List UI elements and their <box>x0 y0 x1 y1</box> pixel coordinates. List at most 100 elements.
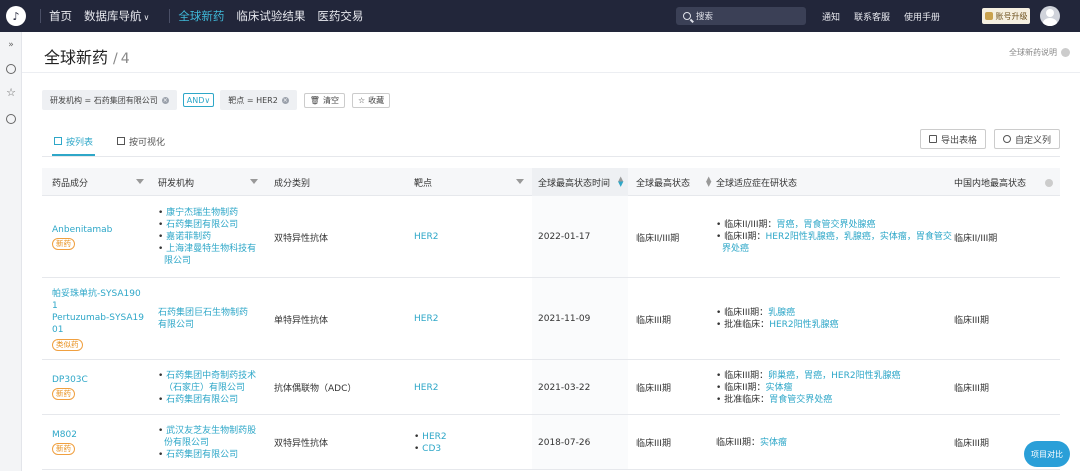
tab-list[interactable]: 按列表 <box>42 128 105 156</box>
help-icon <box>1061 48 1070 57</box>
drug-link[interactable]: 1 <box>52 300 152 312</box>
view-tabs: 按列表 按可视化 <box>42 128 177 156</box>
indication-phase: 批准临床： <box>724 394 770 405</box>
drug-link[interactable]: Pertuzumab-SYSA19 <box>52 312 152 324</box>
indication-link[interactable]: 胃食管交界处癌 <box>769 395 832 405</box>
org-cell: 石药集团巨石生物制药 有限公司 <box>158 278 268 360</box>
col-global-status[interactable]: 全球最高状态 ▲ ▼ <box>636 168 716 196</box>
target-link[interactable]: HER2 <box>414 278 438 360</box>
contact-support-link[interactable]: 联系客服 <box>854 10 890 23</box>
org-link[interactable]: 石药集团有限公司 <box>158 219 268 231</box>
filter-chip-target[interactable]: 靶点 = HER2 × <box>220 90 297 110</box>
filter-icon[interactable] <box>250 179 258 184</box>
target-cell: HER2 CD3 <box>414 415 447 470</box>
cn-status-cell: 临床III期 <box>954 439 989 449</box>
drug-table: 药品成分 研发机构 成分类别 靶点 全球最高状态时间 ▲ ▼ 全球最高状态 ▲ ▼ 全球… <box>42 168 1060 470</box>
logo[interactable]: ♪ <box>0 0 32 32</box>
table-row[interactable]: M802 新药 武汉友芝友生物制药股 份有限公司 石药集团有限公司 双特异性抗体… <box>42 415 1060 470</box>
table-row[interactable]: Anbenitamab 新药 康宁杰瑞生物制药 石药集团有限公司 嘉诺菲制药 上… <box>42 196 1060 278</box>
indication-item: 临床II/III期：胃癌，胃食管交界处腺癌 <box>716 219 952 231</box>
drug-link[interactable]: 01 <box>52 324 152 336</box>
org-link[interactable]: （石家庄）有限公司 <box>158 382 270 394</box>
type-cell: 双特异性抗体 <box>274 439 329 449</box>
table-row[interactable]: 帕妥珠单抗-SYSA190 1 Pertuzumab-SYSA19 01 类似药… <box>42 278 1060 360</box>
export-icon <box>928 135 937 143</box>
search-input[interactable]: 搜索 <box>676 7 806 25</box>
indication-link[interactable]: 乳腺癌 <box>768 308 795 318</box>
indication-item: 批准临床：HER2阳性乳腺癌 <box>716 319 952 331</box>
indication-link[interactable]: 界处癌 <box>716 243 952 255</box>
indication-phase: 临床III期： <box>724 308 769 318</box>
col-target-label: 靶点 <box>414 178 433 189</box>
table-row[interactable]: DP303C 新药 石药集团中奇制药技术 （石家庄）有限公司 石药集团有限公司 … <box>42 360 1060 415</box>
indication-link[interactable]: 胃癌，胃食管交界处腺癌 <box>776 220 875 230</box>
org-link[interactable]: 限公司 <box>158 255 268 267</box>
indication-item: 临床III期：实体瘤 <box>716 437 952 449</box>
filter-icon[interactable] <box>136 179 144 184</box>
org-link[interactable]: 石药集团有限公司 <box>158 449 270 461</box>
chat-icon[interactable] <box>6 64 16 74</box>
org-link[interactable]: 石药集团巨石生物制药 <box>158 307 268 319</box>
nav-database[interactable]: 数据库导航 ∨ <box>84 8 149 24</box>
org-link[interactable]: 武汉友芝友生物制药股 <box>158 425 270 437</box>
page-title: 全球新药 <box>44 48 109 67</box>
custom-columns-button[interactable]: 自定义列 <box>993 129 1060 149</box>
indication-link[interactable]: HER2阳性乳腺癌，乳腺癌，实体瘤，胃食管交 <box>765 232 951 242</box>
indication-link[interactable]: HER2阳性乳腺癌 <box>769 320 838 330</box>
org-link[interactable]: 康宁杰瑞生物制药 <box>158 207 268 219</box>
nav-clinical-results[interactable]: 临床试验结果 <box>236 8 305 24</box>
history-icon[interactable] <box>6 114 16 124</box>
drug-tag: 新药 <box>52 237 75 250</box>
indications-cell: 临床III期：卵巢癌，胃癌，HER2阳性乳腺癌 临床II期：实体瘤 批准临床：胃… <box>716 360 952 415</box>
nav-global-drugs[interactable]: 全球新药 <box>178 8 224 24</box>
filter-chip-org[interactable]: 研发机构 = 石药集团有限公司 × <box>42 90 177 110</box>
nav-home[interactable]: 首页 <box>49 8 72 24</box>
clear-button[interactable]: 🗑 清空 <box>303 92 345 108</box>
target-link[interactable]: HER2 <box>414 360 438 415</box>
drug-link[interactable]: DP303C <box>52 375 148 385</box>
target-link[interactable]: HER2 <box>414 196 438 278</box>
nav-pharma-deals[interactable]: 医药交易 <box>317 8 363 24</box>
nav-divider <box>169 9 171 23</box>
favorite-button[interactable]: ☆ 收藏 <box>351 92 391 108</box>
drug-link[interactable]: Anbenitamab <box>52 225 148 235</box>
org-link[interactable]: 石药集团中奇制药技术 <box>158 370 270 382</box>
upgrade-button[interactable]: 账号升级 <box>982 8 1030 24</box>
tab-list-label: 按列表 <box>66 137 94 148</box>
org-link[interactable]: 上海津曼特生物科技有 <box>158 243 268 255</box>
drug-link[interactable]: 帕妥珠单抗-SYSA190 <box>52 288 152 300</box>
avatar[interactable] <box>1040 6 1060 26</box>
result-count: 4 <box>120 51 130 67</box>
expand-icon[interactable]: » <box>6 40 16 50</box>
org-link[interactable]: 嘉诺菲制药 <box>158 231 268 243</box>
indication-link[interactable]: 实体瘤 <box>765 383 792 393</box>
indications-cell: 临床III期：实体瘤 <box>716 415 952 470</box>
filter-icon[interactable] <box>516 179 524 184</box>
notifications-link[interactable]: 通知 <box>822 10 840 23</box>
filter-bar: 研发机构 = 石药集团有限公司 × AND ∨ 靶点 = HER2 × 🗑 清空 ☆ 收藏 <box>42 90 391 110</box>
remove-filter-icon[interactable]: × <box>161 96 169 104</box>
org-link[interactable]: 有限公司 <box>158 319 268 331</box>
tab-visual[interactable]: 按可视化 <box>105 128 177 154</box>
org-link[interactable]: 份有限公司 <box>158 437 270 449</box>
cn-status-cell: 临床III期 <box>954 315 989 326</box>
star-icon[interactable]: ☆ <box>6 87 16 98</box>
logic-operator-select[interactable]: AND ∨ <box>182 93 215 107</box>
indication-link[interactable]: 实体瘤 <box>760 438 787 448</box>
drug-link[interactable]: M802 <box>52 430 148 440</box>
col-global-date[interactable]: 全球最高状态时间 ▲ ▼ <box>532 168 628 196</box>
col-cn-status[interactable]: 中国内地最高状态 <box>954 168 1054 196</box>
drug-tag: 新药 <box>52 443 75 455</box>
indication-link[interactable]: 卵巢癌，胃癌，HER2阳性乳腺癌 <box>768 371 900 381</box>
clear-label: 清空 <box>322 95 339 105</box>
type-cell: 抗体偶联物（ADC） <box>274 384 357 394</box>
target-link[interactable]: CD3 <box>414 443 447 455</box>
target-link[interactable]: HER2 <box>414 431 446 443</box>
status-cell: 临床III期 <box>636 384 671 394</box>
explain-link[interactable]: 全球新药说明 <box>1009 47 1070 58</box>
export-button[interactable]: 导出表格 <box>919 129 986 149</box>
manual-link[interactable]: 使用手册 <box>904 10 940 23</box>
remove-filter-icon[interactable]: × <box>281 96 289 104</box>
compare-button[interactable]: 项目对比 <box>1024 441 1070 467</box>
org-link[interactable]: 石药集团有限公司 <box>158 394 270 406</box>
